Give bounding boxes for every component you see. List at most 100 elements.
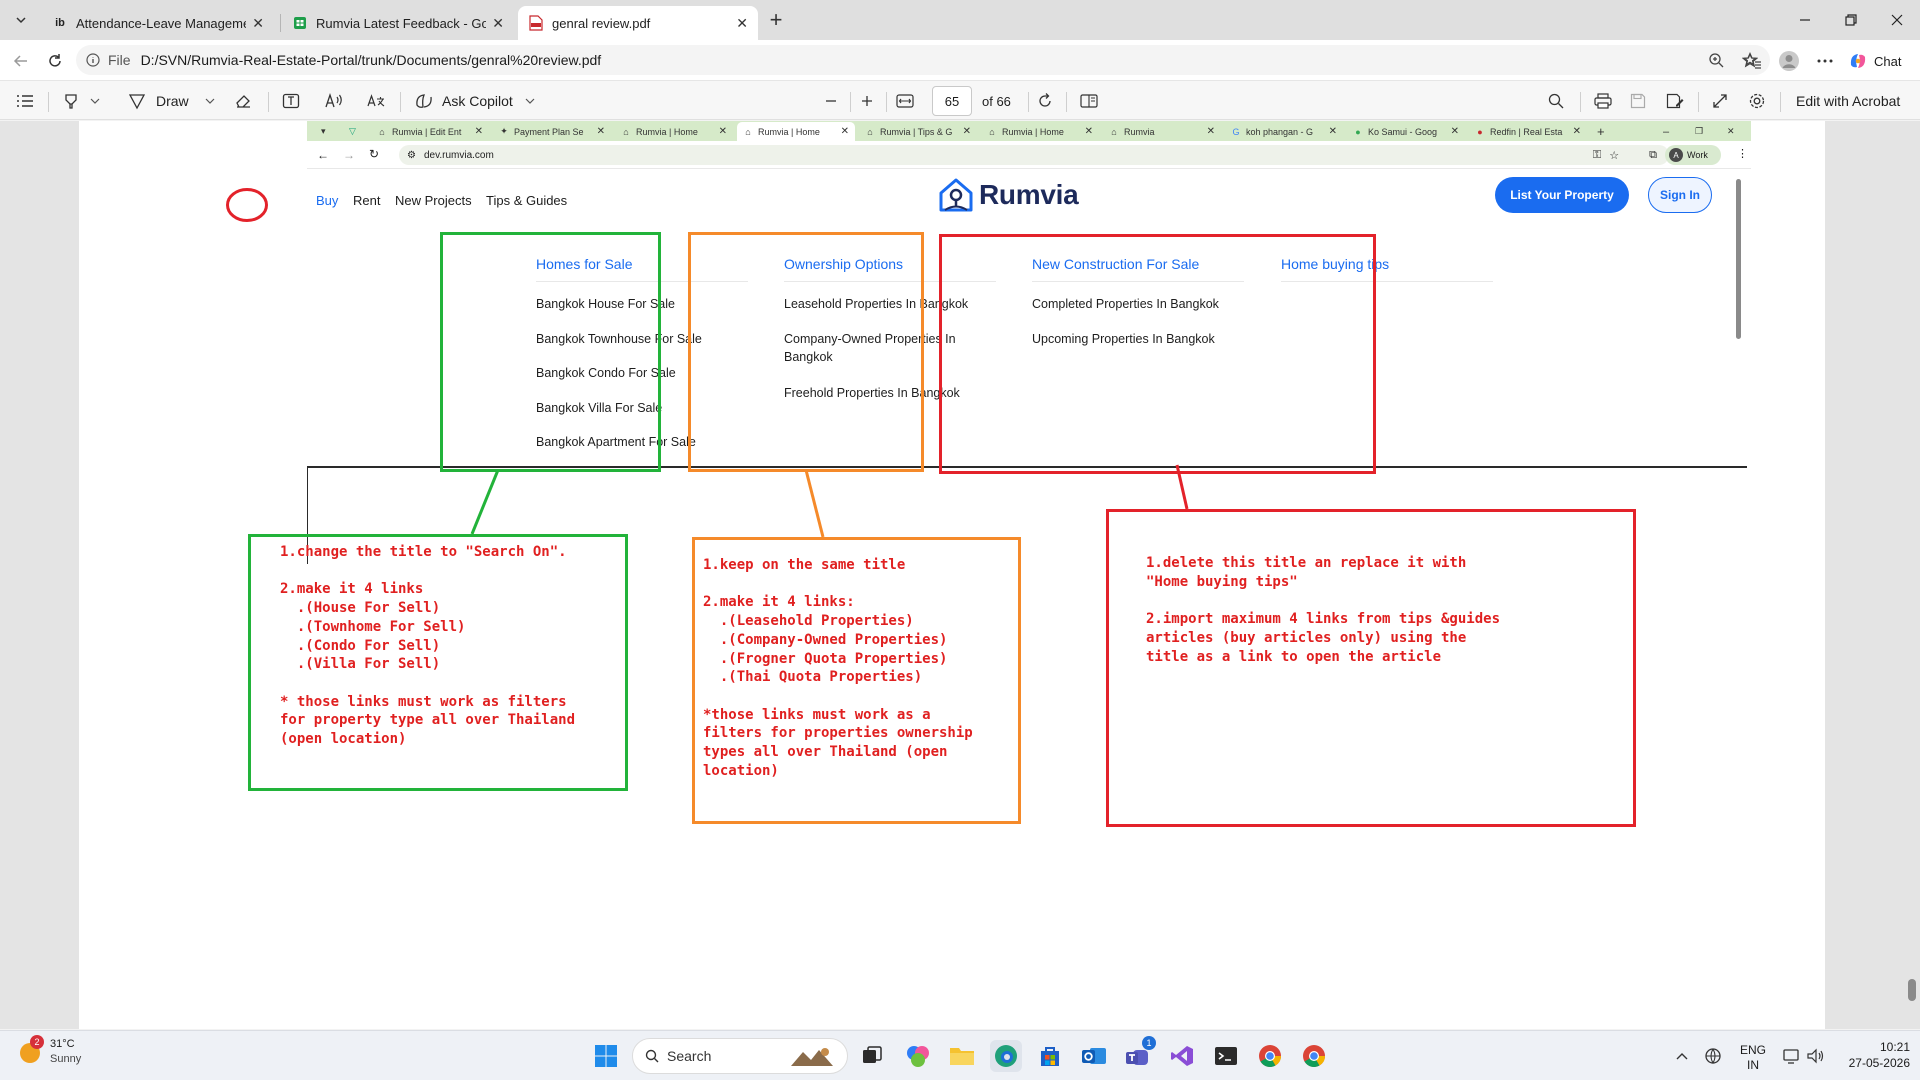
taskbar-search[interactable]: Search [632, 1038, 848, 1074]
search-icon [645, 1049, 659, 1063]
search-highlight-image-icon [789, 1044, 835, 1068]
draw-tool[interactable]: Draw [128, 88, 215, 114]
more-menu-icon[interactable] [1812, 48, 1838, 74]
zoom-out-icon[interactable] [824, 88, 838, 114]
clock-time: 10:21 [1879, 1040, 1910, 1054]
print-icon[interactable] [1594, 88, 1612, 114]
rotate-icon[interactable] [1036, 88, 1054, 114]
outlook-icon[interactable] [1078, 1040, 1110, 1072]
translate-icon[interactable] [366, 88, 386, 114]
fullscreen-icon[interactable] [1712, 88, 1728, 114]
close-tab-icon[interactable]: ✕ [252, 15, 264, 32]
chevron-down-icon[interactable] [525, 98, 535, 104]
language-indicator[interactable]: ENG IN [1740, 1043, 1766, 1073]
read-aloud-icon[interactable] [324, 88, 344, 114]
tab-title: genral review.pdf [552, 15, 651, 31]
table-of-contents-icon[interactable] [16, 88, 34, 114]
restore-icon[interactable] [1828, 4, 1874, 36]
task-view-icon[interactable] [856, 1040, 888, 1072]
toolbar-separator [48, 92, 49, 112]
weather-widget[interactable]: 2 31°C Sunny [18, 1035, 82, 1067]
region-code: IN [1747, 1058, 1759, 1072]
sheets-icon [292, 15, 308, 31]
url-text[interactable]: D:/SVN/Rumvia-Real-Estate-Portal/trunk/D… [141, 52, 602, 68]
find-icon[interactable] [1548, 88, 1564, 114]
green-note-text: 1.change the title to "Search On". 2.mak… [280, 544, 576, 748]
show-hidden-icons-chevron-icon[interactable] [1666, 1040, 1698, 1072]
search-label: Search [667, 1048, 712, 1064]
pdf-toolbar: Draw Ask Copilot 65 of 66 Edit with Acro… [0, 80, 1920, 120]
browser-tab-pdf[interactable]: genral review.pdf ✕ [518, 6, 758, 40]
start-windows-icon[interactable] [590, 1040, 622, 1072]
browser-tab-attendance[interactable]: ib Attendance-Leave Management Sy ✕ [42, 6, 274, 40]
chat-label: Chat [1874, 53, 1902, 69]
add-text-icon[interactable] [282, 88, 300, 114]
eraser-icon[interactable] [234, 88, 252, 114]
volume-icon[interactable] [1800, 1040, 1832, 1072]
ask-copilot-label: Ask Copilot [442, 93, 513, 109]
page-view-icon[interactable] [1080, 88, 1098, 114]
settings-gear-icon[interactable] [1748, 88, 1766, 114]
tab-title: Rumvia Latest Feedback - Google [316, 15, 487, 31]
back-icon[interactable] [8, 48, 34, 74]
windows-taskbar: 2 31°C Sunny Search 1 ENG IN 10:21 27-05… [0, 1030, 1920, 1080]
tab-title: Attendance-Leave Management Sy [76, 15, 246, 31]
highlight-tool[interactable] [62, 88, 100, 114]
save-as-icon[interactable] [1666, 88, 1684, 114]
visual-studio-icon[interactable] [1166, 1040, 1198, 1072]
weather-badge: 2 [30, 1035, 44, 1049]
chevron-down-icon[interactable] [205, 98, 215, 104]
system-clock[interactable]: 10:21 27-05-2026 [1836, 1039, 1910, 1071]
widgets-m365-icon[interactable] [902, 1040, 934, 1072]
pdf-viewport[interactable]: ▾ ▽ ⌂ Rumvia | Edit Ent ✕ ✦ Payment Plan Se… [0, 121, 1920, 1029]
ask-copilot-button[interactable]: Ask Copilot [414, 88, 535, 114]
zoom-in-icon[interactable] [860, 88, 874, 114]
chrome-profile-icon[interactable] [1298, 1040, 1330, 1072]
close-tab-icon[interactable]: ✕ [736, 15, 748, 32]
zoom-icon[interactable] [1708, 52, 1724, 68]
profile-avatar-icon[interactable] [1776, 48, 1802, 74]
browser-tab-feedback[interactable]: Rumvia Latest Feedback - Google ✕ [282, 6, 514, 40]
tab-separator [280, 14, 281, 32]
fit-page-icon[interactable] [896, 88, 914, 114]
save-icon[interactable] [1630, 88, 1646, 114]
toolbar-separator [1698, 92, 1699, 112]
tab-actions-menu-icon[interactable] [8, 8, 34, 32]
pdf-scrollbar[interactable] [1904, 121, 1920, 1029]
file-explorer-icon[interactable] [946, 1040, 978, 1072]
close-tab-icon[interactable]: ✕ [492, 15, 504, 32]
address-bar-row: File D:/SVN/Rumvia-Real-Estate-Portal/tr… [0, 40, 1920, 80]
toolbar-separator [1580, 92, 1581, 112]
address-bar[interactable]: File D:/SVN/Rumvia-Real-Estate-Portal/tr… [76, 45, 1770, 75]
language-code: ENG [1740, 1043, 1767, 1057]
page-number-input[interactable]: 65 [932, 86, 972, 116]
orange-connector-line [804, 469, 825, 538]
terminal-icon[interactable] [1210, 1040, 1242, 1072]
copilot-chat-button[interactable]: Chat [1848, 48, 1901, 74]
pdf-page: ▾ ▽ ⌂ Rumvia | Edit Ent ✕ ✦ Payment Plan Se… [79, 121, 1825, 1029]
toolbar-separator [1066, 92, 1067, 112]
weather-desc: Sunny [50, 1053, 82, 1065]
close-window-icon[interactable] [1874, 4, 1920, 36]
highlighter-icon [62, 92, 80, 110]
minimize-icon[interactable] [1782, 4, 1828, 36]
chrome-icon[interactable] [1254, 1040, 1286, 1072]
chevron-down-icon[interactable] [90, 98, 100, 104]
favorites-icon[interactable] [1740, 48, 1766, 74]
new-tab-button[interactable]: + [762, 7, 790, 32]
edit-with-acrobat-button[interactable]: Edit with Acrobat [1796, 88, 1900, 114]
orange-note-text: 1.keep on the same title 2.make it 4 lin… [703, 557, 973, 779]
teams-icon[interactable]: 1 [1122, 1036, 1156, 1072]
toolbar-separator [1780, 92, 1781, 112]
network-status-icon[interactable] [1698, 1040, 1730, 1072]
toolbar-separator [886, 92, 887, 112]
sun-icon: 2 [18, 1035, 44, 1065]
weather-temp: 31°C [50, 1038, 75, 1050]
info-icon[interactable] [86, 53, 100, 67]
refresh-icon[interactable] [42, 48, 68, 74]
microsoft-store-icon[interactable] [1034, 1040, 1066, 1072]
ib-favicon-icon: ib [55, 17, 65, 29]
teams-badge: 1 [1142, 1036, 1156, 1050]
edge-browser-icon[interactable] [990, 1040, 1022, 1072]
pdf-scrollbar-thumb[interactable] [1908, 979, 1916, 1001]
